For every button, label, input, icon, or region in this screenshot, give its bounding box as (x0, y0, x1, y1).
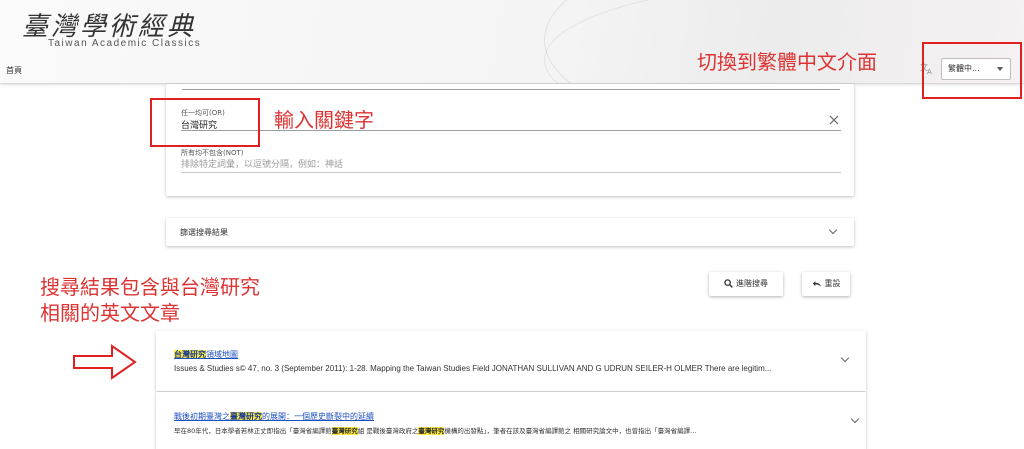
annotation-language-switch: 切換到繁體中文介面 (697, 50, 877, 74)
search-icon (724, 279, 733, 288)
annotation-results: 搜尋結果包含與台灣研究 相關的英文文章 (40, 274, 260, 326)
undo-icon (812, 280, 821, 287)
chevron-down-icon (828, 225, 838, 235)
result-title-text: 戰後初期臺灣之 (174, 412, 230, 421)
not-field-label: 所有均不包含(NOT) (181, 149, 244, 157)
result-title-link[interactable]: 戰後初期臺灣之臺灣研究的展開：一個歷史斷裂中的延續 (174, 411, 374, 422)
reset-button[interactable]: 重設 (802, 272, 850, 296)
chevron-down-icon[interactable] (850, 414, 860, 424)
breadcrumb-home-link[interactable]: 首頁 (6, 65, 22, 76)
filter-results-panel[interactable]: 篩選搜尋結果 (166, 218, 854, 246)
annotation-enter-keyword: 輸入關鍵字 (274, 108, 374, 132)
search-result-item[interactable]: 戰後初期臺灣之臺灣研究的展開：一個歷史斷裂中的延續 早在80年代，日本學者若林正… (156, 392, 866, 449)
result-snippet-highlight: 臺灣研究 (331, 427, 358, 435)
result-title-text: 領域地圖 (206, 350, 238, 359)
result-snippet-text: 機構的出發點」，筆者在該及臺灣省編譯館之 相關研究論文中，也曾指出「臺灣省編譯.… (444, 427, 697, 435)
site-header: 臺灣學術經典 Taiwan Academic Classics 首頁 切換到繁體… (0, 0, 1024, 84)
field-underline (181, 172, 841, 173)
result-snippet-text: 早在80年代，日本學者若林正丈即指出「臺灣省編譯館 (174, 427, 332, 435)
site-logo-subtitle: Taiwan Academic Classics (48, 38, 202, 49)
result-title-link[interactable]: 台灣研究領域地圖 (174, 349, 238, 360)
annotation-results-line1: 搜尋結果包含與台灣研究 (40, 275, 260, 299)
annotation-results-line2: 相關的英文文章 (40, 301, 180, 325)
annotation-box-keyword (150, 98, 260, 147)
reset-label: 重設 (824, 279, 841, 288)
result-snippet: Issues & Studies s© 47, no. 3 (September… (174, 364, 772, 373)
arrow-right-icon (73, 344, 137, 380)
advanced-search-label: 進階搜尋 (736, 279, 768, 288)
chevron-down-icon[interactable] (840, 353, 850, 363)
search-result-item[interactable]: 台灣研究領域地圖 Issues & Studies s© 47, no. 3 (… (156, 331, 866, 391)
result-snippet-text: 組 是戰後臺灣政府之 (357, 427, 419, 435)
not-keyword-input[interactable] (181, 158, 839, 172)
filter-results-label: 篩選搜尋結果 (180, 228, 228, 237)
field-underline (182, 89, 840, 90)
result-snippet: 早在80年代，日本學者若林正丈即指出「臺灣省編譯館臺灣研究組 是戰後臺灣政府之臺… (174, 425, 842, 435)
result-title-text: 的展開：一個歷史斷裂中的延續 (262, 412, 374, 421)
annotation-box-language (922, 42, 1022, 99)
result-title-highlight: 台灣研究 (174, 350, 206, 359)
result-snippet-highlight: 臺灣研究 (418, 427, 445, 435)
result-title-highlight: 臺灣研究 (230, 412, 262, 421)
close-icon[interactable] (829, 115, 839, 125)
search-form-card: 任一均可(OR) 台灣研究 所有均不包含(NOT) (166, 84, 854, 196)
advanced-search-button[interactable]: 進階搜尋 (709, 272, 783, 296)
